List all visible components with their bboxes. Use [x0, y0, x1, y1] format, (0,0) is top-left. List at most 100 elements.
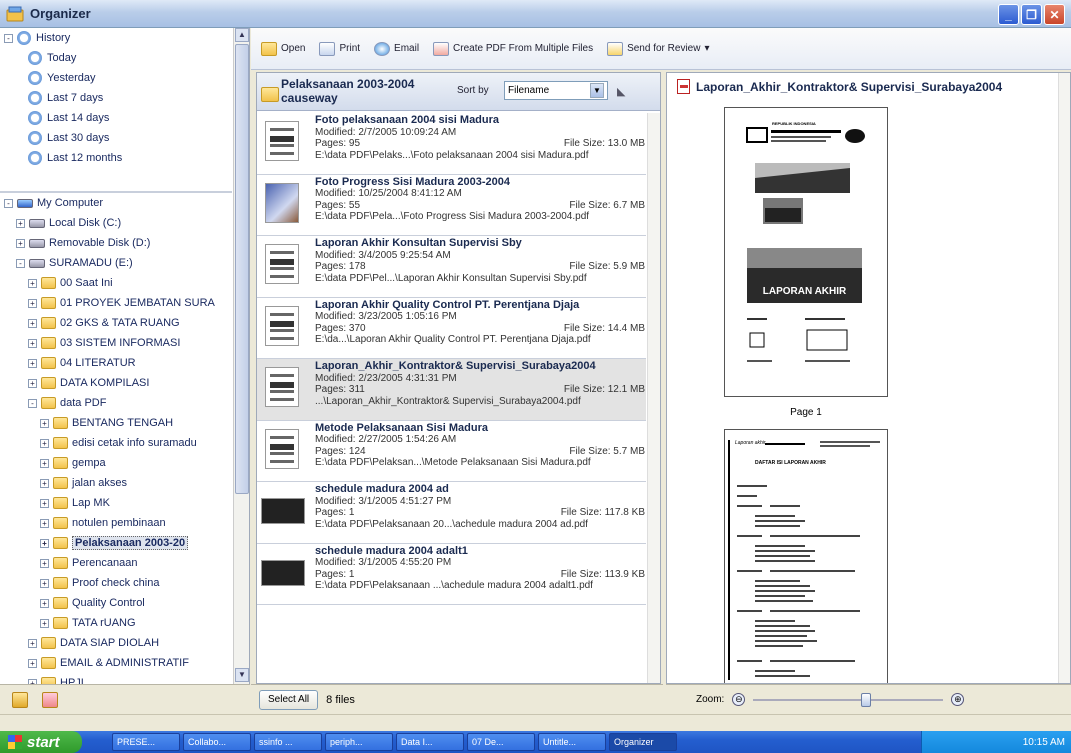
tree-item[interactable]: + Quality Control	[0, 593, 232, 613]
tree-item[interactable]: + edisi cetak info suramadu	[0, 433, 232, 453]
create-pdf-button[interactable]: Create PDF From Multiple Files	[433, 41, 593, 56]
collapse-icon[interactable]: -	[4, 33, 13, 43]
minimize-button[interactable]: _	[998, 4, 1019, 25]
expand-icon[interactable]: +	[28, 658, 37, 668]
tree-item[interactable]: + TATA rUANG	[0, 613, 232, 633]
collapse-icon[interactable]: -	[4, 198, 13, 208]
file-list-item[interactable]: Metode Pelaksanaan Sisi Madura Modified: …	[257, 421, 646, 482]
taskbar-task[interactable]: Untitle...	[538, 733, 606, 751]
tree-item[interactable]: +04 LITERATUR	[0, 353, 232, 373]
history-item[interactable]: Last 12 months	[0, 148, 232, 168]
history-item[interactable]: Today	[0, 48, 232, 68]
navigation-scrollbar[interactable]: ▲ ▼	[233, 28, 249, 684]
expand-icon[interactable]: +	[28, 638, 37, 648]
taskbar-task[interactable]: PRESE...	[112, 733, 180, 751]
expand-icon[interactable]: +	[40, 578, 49, 588]
expand-icon[interactable]: +	[40, 498, 49, 508]
zoom-in-icon[interactable]: ⊕	[951, 693, 965, 706]
restore-button[interactable]: ❐	[1021, 4, 1042, 25]
open-button[interactable]: Open	[261, 41, 305, 56]
scrollbar-thumb[interactable]	[235, 44, 249, 494]
collapse-icon[interactable]: -	[28, 398, 37, 408]
taskbar-task[interactable]: ssinfo ...	[254, 733, 322, 751]
file-list-item[interactable]: Foto pelaksanaan 2004 sisi Madura Modifie…	[257, 113, 646, 175]
history-root[interactable]: - History	[0, 28, 232, 48]
zoom-slider[interactable]	[753, 692, 944, 707]
history-item[interactable]: Last 30 days	[0, 128, 232, 148]
select-all-button[interactable]: Select All	[259, 689, 319, 710]
tree-item[interactable]: +00 Saat Ini	[0, 273, 232, 293]
tree-item[interactable]: + Lap MK	[0, 493, 232, 513]
tree-item[interactable]: + Removable Disk (D:)	[0, 233, 232, 253]
history-item[interactable]: Last 7 days	[0, 88, 232, 108]
tree-item[interactable]: - SURAMADU (E:)	[0, 253, 232, 273]
expand-icon[interactable]: +	[40, 598, 49, 608]
collapse-icon[interactable]: -	[16, 258, 25, 268]
expand-icon[interactable]: +	[40, 418, 49, 428]
start-button[interactable]: start	[0, 731, 82, 753]
email-button[interactable]: Email	[374, 41, 419, 56]
tree-item[interactable]: + jalan akses	[0, 473, 232, 493]
tree-item[interactable]: + Proof check china	[0, 573, 232, 593]
expand-icon[interactable]: +	[28, 378, 37, 388]
expand-icon[interactable]: +	[40, 518, 49, 528]
taskbar-task[interactable]: Data I...	[396, 733, 464, 751]
taskbar-task[interactable]: Collabo...	[183, 733, 251, 751]
expand-icon[interactable]: +	[28, 338, 37, 348]
tree-item[interactable]: + HPJI	[0, 673, 232, 684]
file-list-item[interactable]: schedule madura 2004 adalt1 Modified: 3/1…	[257, 544, 646, 605]
zoom-slider-knob[interactable]	[861, 692, 872, 707]
expand-icon[interactable]: +	[28, 358, 37, 368]
taskbar-task[interactable]: 07 De...	[467, 733, 535, 751]
tree-item[interactable]: + Local Disk (C:)	[0, 213, 232, 233]
taskbar-task[interactable]: periph...	[325, 733, 393, 751]
expand-icon[interactable]: +	[40, 458, 49, 468]
zoom-out-icon[interactable]: ⊖	[732, 693, 746, 706]
tree-item[interactable]: - My Computer	[0, 193, 232, 213]
tree-item[interactable]: + EMAIL & ADMINISTRATIF	[0, 653, 232, 673]
sort-direction-icon[interactable]: ◣	[617, 85, 629, 98]
tree-item[interactable]: +01 PROYEK JEMBATAN SURA	[0, 293, 232, 313]
expand-icon[interactable]: +	[16, 238, 25, 248]
expand-icon[interactable]: +	[40, 618, 49, 628]
tree-item[interactable]: +02 GKS & TATA RUANG	[0, 313, 232, 333]
tree-item[interactable]: + BENTANG TENGAH	[0, 413, 232, 433]
expand-icon[interactable]: +	[40, 438, 49, 448]
history-item[interactable]: Yesterday	[0, 68, 232, 88]
preview-scrollbar[interactable]	[1058, 73, 1070, 683]
expand-icon[interactable]: +	[16, 218, 25, 228]
tree-item[interactable]: + notulen pembinaan	[0, 513, 232, 533]
taskbar-task[interactable]: Organizer	[609, 733, 677, 751]
tree-item[interactable]: + DATA KOMPILASI	[0, 373, 232, 393]
expand-icon[interactable]: +	[28, 278, 37, 288]
history-item[interactable]: Last 14 days	[0, 108, 232, 128]
scroll-up-arrow-icon[interactable]: ▲	[235, 28, 249, 42]
sort-select[interactable]: Filename ▼	[504, 81, 608, 100]
file-list-item[interactable]: Laporan Akhir Quality Control PT. Perent…	[257, 298, 646, 359]
preview-page-2[interactable]: Laporan akhir DAFTAR ISI LAPORAN AKHIR	[724, 429, 888, 683]
tree-item[interactable]: +03 SISTEM INFORMASI	[0, 333, 232, 353]
tree-item[interactable]: + DATA SIAP DIOLAH	[0, 633, 232, 653]
window-titlebar[interactable]: Organizer _ ❐ ✕	[0, 0, 1071, 28]
expand-icon[interactable]: +	[28, 318, 37, 328]
expand-icon[interactable]: +	[40, 538, 49, 548]
tree-item[interactable]: + Pelaksanaan 2003-20	[0, 533, 232, 553]
send-for-review-button[interactable]: Send for Review ▾	[607, 41, 709, 56]
new-folder-icon[interactable]	[12, 691, 28, 708]
file-list-scrollbar[interactable]	[647, 113, 660, 683]
preview-page-1[interactable]: REPUBLIK INDONESIA LAPORAN AKHIR	[724, 107, 888, 397]
print-button[interactable]: Print	[319, 41, 360, 56]
tree-item[interactable]: + Perencanaan	[0, 553, 232, 573]
tree-item[interactable]: + gempa	[0, 453, 232, 473]
file-list-item[interactable]: schedule madura 2004 ad Modified: 3/1/200…	[257, 482, 646, 544]
expand-icon[interactable]: +	[40, 558, 49, 568]
expand-icon[interactable]: +	[28, 298, 37, 308]
scroll-down-arrow-icon[interactable]: ▼	[235, 668, 249, 682]
file-list-item[interactable]: Foto Progress Sisi Madura 2003-2004 Modif…	[257, 175, 646, 236]
close-button[interactable]: ✕	[1044, 4, 1065, 25]
tree-item[interactable]: - data PDF	[0, 393, 232, 413]
file-list-item[interactable]: Laporan Akhir Konsultan Supervisi Sby Mod…	[257, 236, 646, 298]
favorite-folder-icon[interactable]	[42, 691, 58, 708]
file-list-item[interactable]: Laporan_Akhir_Kontraktor& Supervisi_Sura…	[257, 359, 646, 421]
expand-icon[interactable]: +	[40, 478, 49, 488]
